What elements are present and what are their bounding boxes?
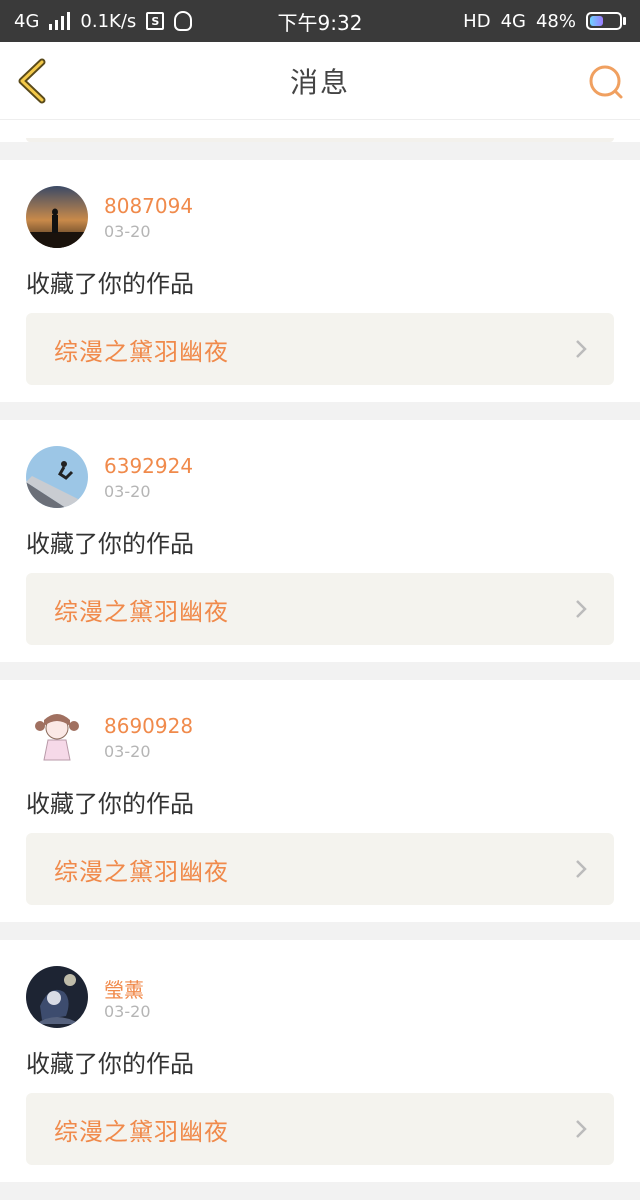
message-date: 03-20	[104, 742, 151, 761]
action-text: 收藏了你的作品	[26, 790, 194, 818]
s-app-icon: S	[146, 12, 165, 30]
message-card[interactable]: 8690928 03-20 收藏了你的作品 综漫之黛羽幽夜	[0, 680, 640, 922]
network-speed: 0.1K/s	[80, 10, 137, 32]
network-type-right: 4G	[500, 10, 526, 32]
anime-dark-avatar	[26, 966, 88, 1028]
message-date: 03-20	[104, 222, 151, 241]
work-title: 综漫之黛羽幽夜	[54, 597, 229, 626]
battery-icon	[586, 12, 626, 30]
avatar[interactable]	[26, 446, 88, 508]
chevron-right-icon	[576, 600, 587, 618]
page-title: 消息	[289, 65, 350, 99]
message-date: 03-20	[104, 482, 151, 501]
search-icon[interactable]	[586, 62, 626, 102]
work-title: 综漫之黛羽幽夜	[54, 337, 229, 366]
avatar[interactable]	[26, 186, 88, 248]
work-link[interactable]: 综漫之黛羽幽夜	[26, 573, 614, 645]
message-card[interactable]: 6392924 03-20 收藏了你的作品 综漫之黛羽幽夜	[0, 420, 640, 662]
back-icon[interactable]	[14, 58, 54, 104]
action-text: 收藏了你的作品	[26, 530, 194, 558]
avatar[interactable]	[26, 706, 88, 768]
network-type: 4G	[14, 10, 40, 32]
previous-card-edge	[0, 120, 640, 142]
message-list: 8087094 03-20 收藏了你的作品 综漫之黛羽幽夜 6392924 03…	[0, 120, 640, 1200]
silhouette-sunset-avatar	[26, 186, 88, 248]
message-date: 03-20	[104, 1002, 151, 1021]
username[interactable]: 8690928	[104, 714, 193, 738]
work-link[interactable]: 综漫之黛羽幽夜	[26, 313, 614, 385]
signal-icon	[49, 12, 71, 30]
status-bar: 4G 0.1K/s S 下午9:32 HD 4G 48%	[0, 0, 640, 42]
work-link[interactable]: 综漫之黛羽幽夜	[26, 1093, 614, 1165]
chevron-right-icon	[576, 860, 587, 878]
work-title: 综漫之黛羽幽夜	[54, 1117, 229, 1146]
qq-icon	[174, 11, 193, 31]
anime-girl-avatar	[26, 706, 88, 768]
username[interactable]: 瑩薰	[104, 974, 144, 1003]
skater-sky-avatar	[26, 446, 88, 508]
chevron-right-icon	[576, 340, 587, 358]
username[interactable]: 8087094	[104, 194, 193, 218]
action-text: 收藏了你的作品	[26, 270, 194, 298]
work-link[interactable]: 综漫之黛羽幽夜	[26, 833, 614, 905]
action-text: 收藏了你的作品	[26, 1050, 194, 1078]
nav-bar: 消息	[0, 42, 640, 120]
username[interactable]: 6392924	[104, 454, 193, 478]
work-title: 综漫之黛羽幽夜	[54, 857, 229, 886]
message-card[interactable]: 8087094 03-20 收藏了你的作品 综漫之黛羽幽夜	[0, 160, 640, 402]
avatar[interactable]	[26, 966, 88, 1028]
hd-label: HD	[463, 10, 491, 32]
message-card[interactable]: 瑩薰 03-20 收藏了你的作品 综漫之黛羽幽夜	[0, 940, 640, 1182]
chevron-right-icon	[576, 1120, 587, 1138]
battery-percent: 48%	[535, 10, 576, 32]
